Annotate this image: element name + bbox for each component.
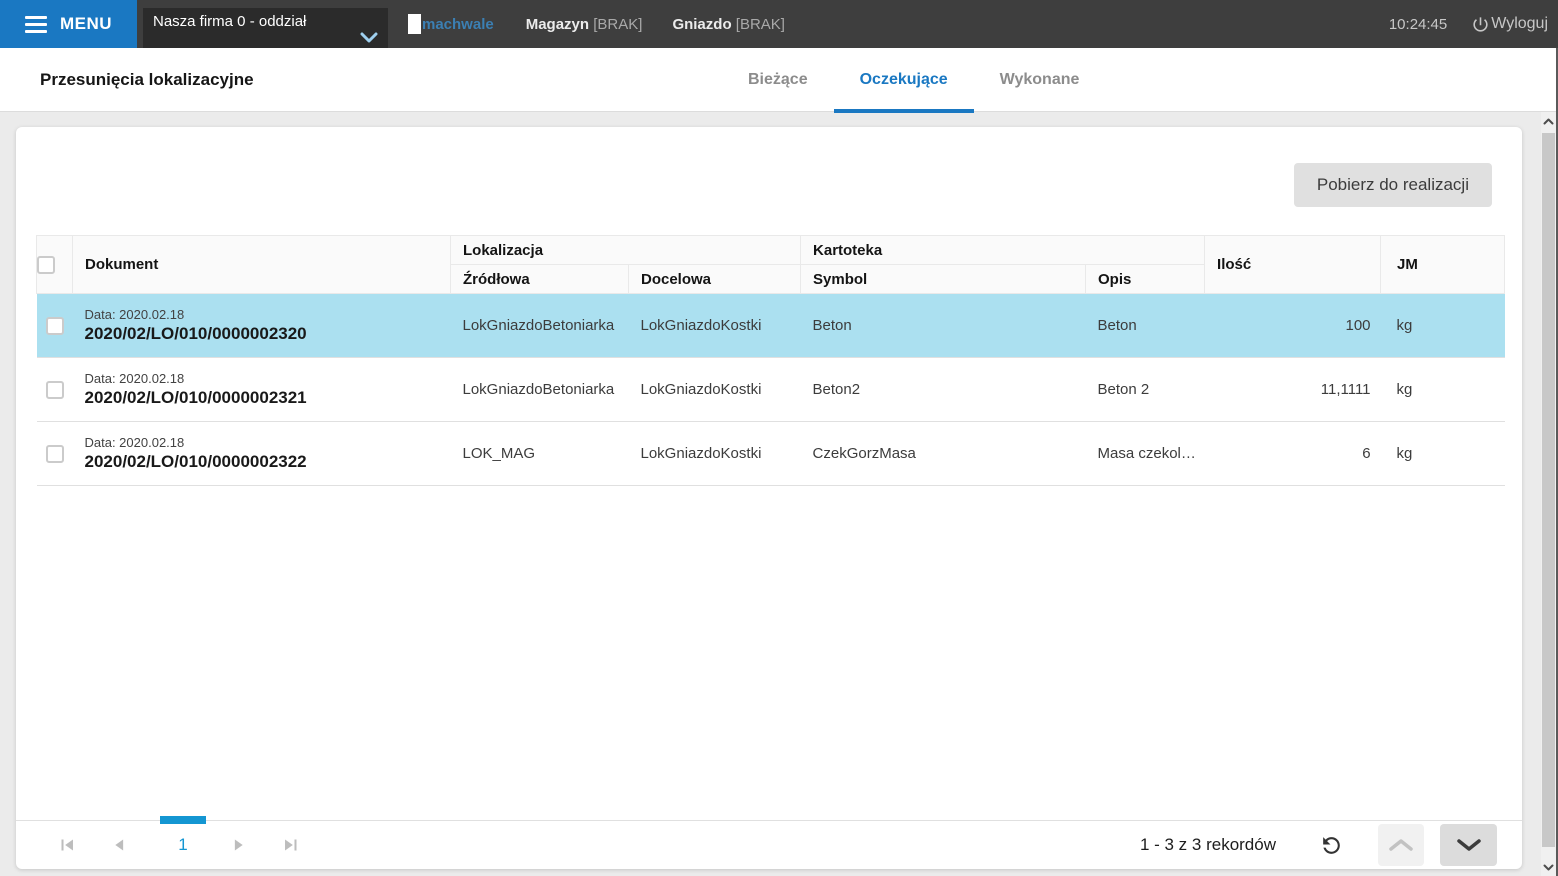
scroll-up-button[interactable]	[1378, 824, 1424, 866]
menu-button[interactable]: MENU	[0, 0, 137, 48]
column-header-opis[interactable]: Opis	[1086, 265, 1205, 294]
transfers-card: Pobierz do realizacji Dokument Lokalizac…	[16, 127, 1522, 869]
page-title: Przesunięcia lokalizacyjne	[40, 48, 254, 112]
next-page-icon	[228, 834, 250, 856]
column-group-lokalizacja: Lokalizacja	[451, 236, 801, 265]
page-header: Przesunięcia lokalizacyjne Bieżące Oczek…	[0, 48, 1558, 112]
menu-label: MENU	[60, 14, 112, 34]
gniazdo-value: [BRAK]	[736, 16, 785, 33]
table-row[interactable]: Data: 2020.02.18 2020/02/LO/010/00000023…	[37, 422, 1505, 486]
gniazdo-indicator: Gniazdo [BRAK]	[672, 16, 785, 33]
row-checkbox[interactable]	[46, 381, 64, 399]
row-jm: kg	[1381, 294, 1505, 358]
power-icon	[1471, 15, 1490, 34]
row-zrodlowa: LokGniazdoBetoniarka	[451, 358, 629, 422]
row-symbol: Beton	[801, 294, 1086, 358]
row-jm: kg	[1381, 422, 1505, 486]
refresh-button[interactable]	[1318, 832, 1344, 858]
tab-biezace[interactable]: Bieżące	[722, 48, 834, 112]
row-zrodlowa: LokGniazdoBetoniarka	[451, 294, 629, 358]
magazyn-value: [BRAK]	[593, 16, 642, 33]
magazyn-label: Magazyn	[526, 16, 589, 33]
row-document-number: 2020/02/LO/010/0000002320	[85, 324, 451, 344]
column-header-docelowa[interactable]: Docelowa	[629, 265, 801, 294]
magazyn-indicator: Magazyn [BRAK]	[526, 16, 643, 33]
row-opis: Masa czekol…	[1086, 422, 1205, 486]
last-page-button[interactable]	[280, 834, 302, 856]
row-document-number: 2020/02/LO/010/0000002322	[85, 452, 451, 472]
column-header-symbol[interactable]: Symbol	[801, 265, 1086, 294]
scrollbar-thumb[interactable]	[1542, 133, 1555, 847]
scrollbar-down-arrow[interactable]	[1541, 858, 1556, 876]
chevron-down-icon	[1456, 838, 1482, 852]
select-all-cell	[37, 236, 73, 294]
pobierz-do-realizacji-button[interactable]: Pobierz do realizacji	[1294, 163, 1492, 207]
row-document-number: 2020/02/LO/010/0000002321	[85, 388, 451, 408]
row-ilosc: 6	[1205, 422, 1381, 486]
scroll-down-button[interactable]	[1440, 824, 1497, 866]
tab-oczekujace[interactable]: Oczekujące	[834, 48, 974, 112]
hamburger-icon	[25, 16, 47, 33]
logout-label: Wyloguj	[1491, 15, 1548, 33]
username[interactable]: machwale	[422, 16, 494, 33]
row-opis: Beton 2	[1086, 358, 1205, 422]
row-opis: Beton	[1086, 294, 1205, 358]
row-docelowa: LokGniazdoKostki	[629, 422, 801, 486]
table-header-group-row: Dokument Lokalizacja Kartoteka Ilość JM	[37, 236, 1505, 265]
row-jm: kg	[1381, 358, 1505, 422]
row-checkbox[interactable]	[46, 445, 64, 463]
chevron-up-icon	[1543, 118, 1554, 125]
table-row[interactable]: Data: 2020.02.18 2020/02/LO/010/00000023…	[37, 358, 1505, 422]
chevron-up-icon	[1388, 838, 1414, 852]
tab-bar: Bieżące Oczekujące Wykonane	[722, 48, 1105, 112]
row-docelowa: LokGniazdoKostki	[629, 294, 801, 358]
column-group-kartoteka: Kartoteka	[801, 236, 1205, 265]
row-docelowa: LokGniazdoKostki	[629, 358, 801, 422]
gniazdo-label: Gniazdo	[672, 16, 731, 33]
row-ilosc: 100	[1205, 294, 1381, 358]
pager-right: 1 - 3 z 3 rekordów	[1140, 824, 1522, 866]
records-summary: 1 - 3 z 3 rekordów	[1140, 835, 1276, 855]
last-page-icon	[280, 834, 302, 856]
row-date: Data: 2020.02.18	[85, 371, 451, 386]
topbar: MENU Nasza firma 0 - oddział machwale Ma…	[0, 0, 1558, 48]
select-all-checkbox[interactable]	[37, 256, 55, 274]
column-header-dokument[interactable]: Dokument	[73, 236, 451, 294]
row-symbol: Beton2	[801, 358, 1086, 422]
chevron-down-icon	[360, 30, 378, 47]
first-page-button[interactable]	[56, 834, 78, 856]
current-page[interactable]: 1	[160, 835, 206, 855]
prev-page-icon	[108, 834, 130, 856]
company-select[interactable]: Nasza firma 0 - oddział	[143, 8, 388, 48]
row-ilosc: 11,1111	[1205, 358, 1381, 422]
pagination-bar: 1 1 - 3 z 3 rekordów	[16, 820, 1522, 869]
user-avatar-icon	[408, 14, 421, 34]
first-page-icon	[56, 834, 78, 856]
tab-wykonane[interactable]: Wykonane	[974, 48, 1106, 112]
current-page-number: 1	[178, 835, 187, 854]
row-date: Data: 2020.02.18	[85, 307, 451, 322]
user-info: machwale	[408, 14, 494, 34]
column-header-jm[interactable]: JM	[1381, 236, 1505, 294]
prev-page-button[interactable]	[108, 834, 130, 856]
row-date: Data: 2020.02.18	[85, 435, 451, 450]
pager-controls: 1	[56, 834, 332, 856]
row-checkbox[interactable]	[46, 317, 64, 335]
refresh-icon	[1319, 833, 1344, 858]
current-page-indicator-bar	[160, 816, 206, 824]
row-zrodlowa: LOK_MAG	[451, 422, 629, 486]
logout-button[interactable]: Wyloguj	[1471, 15, 1548, 34]
row-symbol: CzekGorzMasa	[801, 422, 1086, 486]
company-select-value: Nasza firma 0 - oddział	[153, 13, 306, 30]
next-page-button[interactable]	[228, 834, 250, 856]
chevron-down-icon	[1543, 864, 1554, 871]
clock: 10:24:45	[1389, 16, 1447, 33]
transfers-table: Dokument Lokalizacja Kartoteka Ilość JM …	[36, 235, 1505, 486]
column-header-zrodlowa[interactable]: Źródłowa	[451, 265, 629, 294]
scrollbar-up-arrow[interactable]	[1541, 112, 1556, 130]
column-header-ilosc[interactable]: Ilość	[1205, 236, 1381, 294]
table-row[interactable]: Data: 2020.02.18 2020/02/LO/010/00000023…	[37, 294, 1505, 358]
page-scrollbar[interactable]	[1541, 112, 1556, 876]
